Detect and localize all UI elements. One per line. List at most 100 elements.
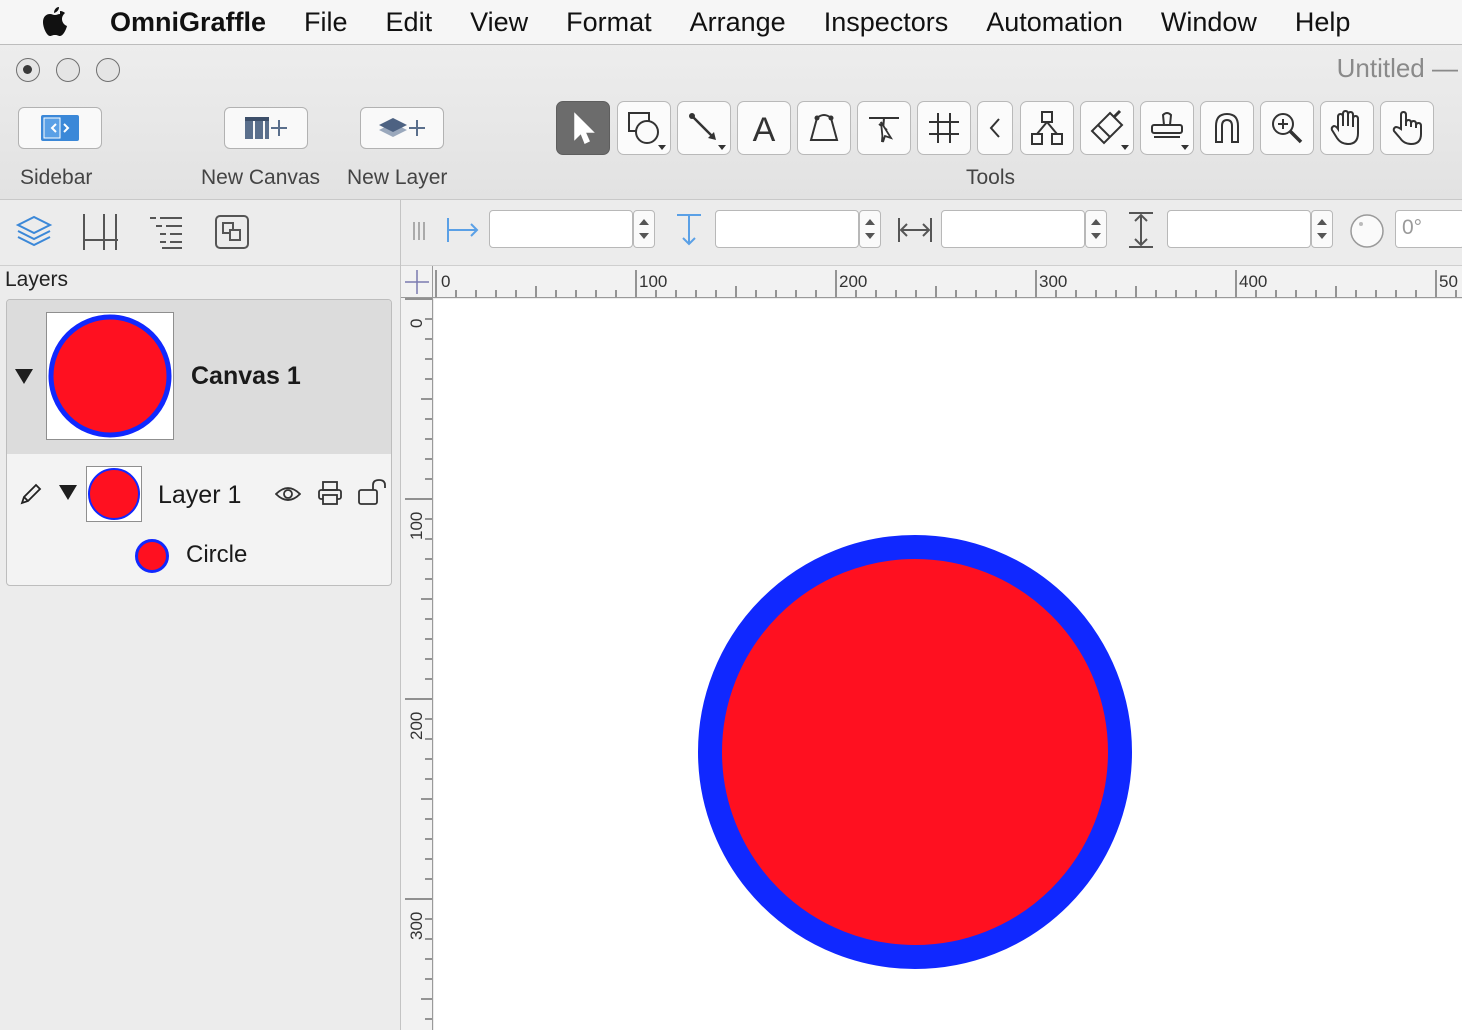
sidebar-tabs <box>0 200 400 266</box>
diagram-tree-tool-button[interactable] <box>1020 101 1074 155</box>
text-tool-button[interactable]: A <box>737 101 791 155</box>
drawing-canvas[interactable] <box>434 299 1462 1030</box>
close-button[interactable] <box>16 58 40 82</box>
shape-tool-button[interactable] <box>617 101 671 155</box>
ruler-label-0: 0 <box>441 272 451 291</box>
zoom-icon <box>1272 113 1303 144</box>
visibility-eye-icon[interactable] <box>274 484 302 509</box>
unlock-icon[interactable] <box>357 478 389 511</box>
bezier-tool-button[interactable] <box>797 101 851 155</box>
x-position-field[interactable] <box>489 210 633 248</box>
rotation-field[interactable]: 0° <box>1395 210 1462 248</box>
diagram-grid-tool-button[interactable] <box>917 101 971 155</box>
sidebar-icon <box>41 115 79 141</box>
shape-icon <box>628 112 659 144</box>
rotation-knob-icon[interactable] <box>1349 213 1385 254</box>
height-stepper[interactable] <box>1311 210 1333 248</box>
layer-row[interactable]: Layer 1 <box>7 454 391 528</box>
zoom-button[interactable] <box>96 58 120 82</box>
canvas-row[interactable]: Canvas 1 <box>7 300 391 454</box>
canvas-disclosure-triangle-icon[interactable] <box>15 369 33 384</box>
height-field[interactable] <box>1167 210 1311 248</box>
circle-object-row[interactable]: Circle <box>7 528 391 584</box>
width-icon <box>897 212 933 248</box>
drag-handle-icon[interactable] <box>411 220 427 247</box>
tab-layers[interactable] <box>12 210 56 254</box>
geometry-bar: 0° <box>401 200 1462 266</box>
tab-outline[interactable] <box>144 210 188 254</box>
magnet-tool-button[interactable] <box>1200 101 1254 155</box>
menu-automation[interactable]: Automation <box>986 7 1123 38</box>
hand-icon <box>1330 109 1359 146</box>
menu-format[interactable]: Format <box>566 7 652 38</box>
new-layer-button[interactable] <box>360 107 444 149</box>
outline-icon <box>150 217 182 249</box>
canvas-name: Canvas 1 <box>191 362 301 390</box>
line-tool-button[interactable] <box>677 101 731 155</box>
new-layer-icon <box>379 118 425 137</box>
new-canvas-label: New Canvas <box>201 166 321 189</box>
ruler-label-200: 200 <box>839 272 868 291</box>
rubber-stamp-tool-button[interactable] <box>1140 101 1194 155</box>
sidebar-button[interactable] <box>18 107 102 149</box>
menu-bar: OmniGraffle File Edit View Format Arrang… <box>0 0 1462 45</box>
style-brush-icon <box>1090 109 1124 145</box>
selection-icon <box>215 215 249 249</box>
ruler-origin[interactable] <box>401 266 433 298</box>
vruler-label-0: 0 <box>407 318 426 328</box>
canvases-icon <box>83 214 118 250</box>
layer-disclosure-triangle-icon[interactable] <box>59 485 77 500</box>
printable-icon[interactable] <box>317 480 343 511</box>
minimize-button[interactable] <box>56 58 80 82</box>
vertical-ruler[interactable]: 0 100 200 300 <box>401 298 433 1030</box>
new-canvas-icon <box>245 117 287 139</box>
tab-canvases[interactable] <box>78 210 122 254</box>
menu-arrange[interactable]: Arrange <box>690 7 786 38</box>
browse-tool-button[interactable] <box>1380 101 1434 155</box>
height-icon <box>1123 212 1159 248</box>
ruler-label-500: 50 <box>1439 272 1458 291</box>
bezier-icon <box>809 114 839 141</box>
style-brush-tool-button[interactable] <box>1080 101 1134 155</box>
layer-thumbnail <box>86 466 142 522</box>
circle-object-name: Circle <box>186 541 248 568</box>
new-canvas-button[interactable] <box>224 107 308 149</box>
menu-view[interactable]: View <box>470 7 528 38</box>
collapse-tools-button[interactable] <box>977 101 1013 155</box>
vruler-label-300: 300 <box>407 911 426 940</box>
tab-selection[interactable] <box>210 210 254 254</box>
hand-tool-button[interactable] <box>1320 101 1374 155</box>
width-field[interactable] <box>941 210 1085 248</box>
pointer-icon <box>574 112 595 145</box>
width-stepper[interactable] <box>1085 210 1107 248</box>
menu-inspectors[interactable]: Inspectors <box>824 7 949 38</box>
point-editor-icon <box>869 117 899 143</box>
menu-file[interactable]: File <box>304 7 348 38</box>
menu-app-name[interactable]: OmniGraffle <box>110 7 266 38</box>
layers-section-title: Layers <box>5 268 69 291</box>
magnet-icon <box>1215 112 1239 143</box>
new-layer-label: New Layer <box>347 166 448 189</box>
x-position-stepper[interactable] <box>633 210 655 248</box>
menu-edit[interactable]: Edit <box>386 7 433 38</box>
diagram-tree-icon <box>1031 111 1063 145</box>
y-position-stepper[interactable] <box>859 210 881 248</box>
layers-icon <box>15 215 53 247</box>
menu-help[interactable]: Help <box>1295 7 1351 38</box>
horizontal-ruler[interactable]: 0 100 200 300 400 50 <box>433 266 1462 298</box>
tools-label: Tools <box>966 166 1016 189</box>
rubber-stamp-icon <box>1151 112 1183 138</box>
canvas-thumbnail <box>46 312 174 440</box>
y-position-field[interactable] <box>715 210 859 248</box>
selection-tool-button[interactable] <box>556 101 610 155</box>
point-editor-tool-button[interactable] <box>857 101 911 155</box>
menu-window[interactable]: Window <box>1161 7 1257 38</box>
apple-menu-icon[interactable] <box>0 7 110 37</box>
zoom-tool-button[interactable] <box>1260 101 1314 155</box>
browse-hand-icon <box>1392 110 1422 146</box>
ruler-label-300: 300 <box>1039 272 1068 291</box>
vruler-label-200: 200 <box>407 711 426 740</box>
pencil-icon[interactable] <box>19 482 43 511</box>
circle-shape[interactable] <box>698 535 1132 969</box>
sidebar: Layers Canvas 1 Layer 1 Circle <box>0 200 401 1030</box>
